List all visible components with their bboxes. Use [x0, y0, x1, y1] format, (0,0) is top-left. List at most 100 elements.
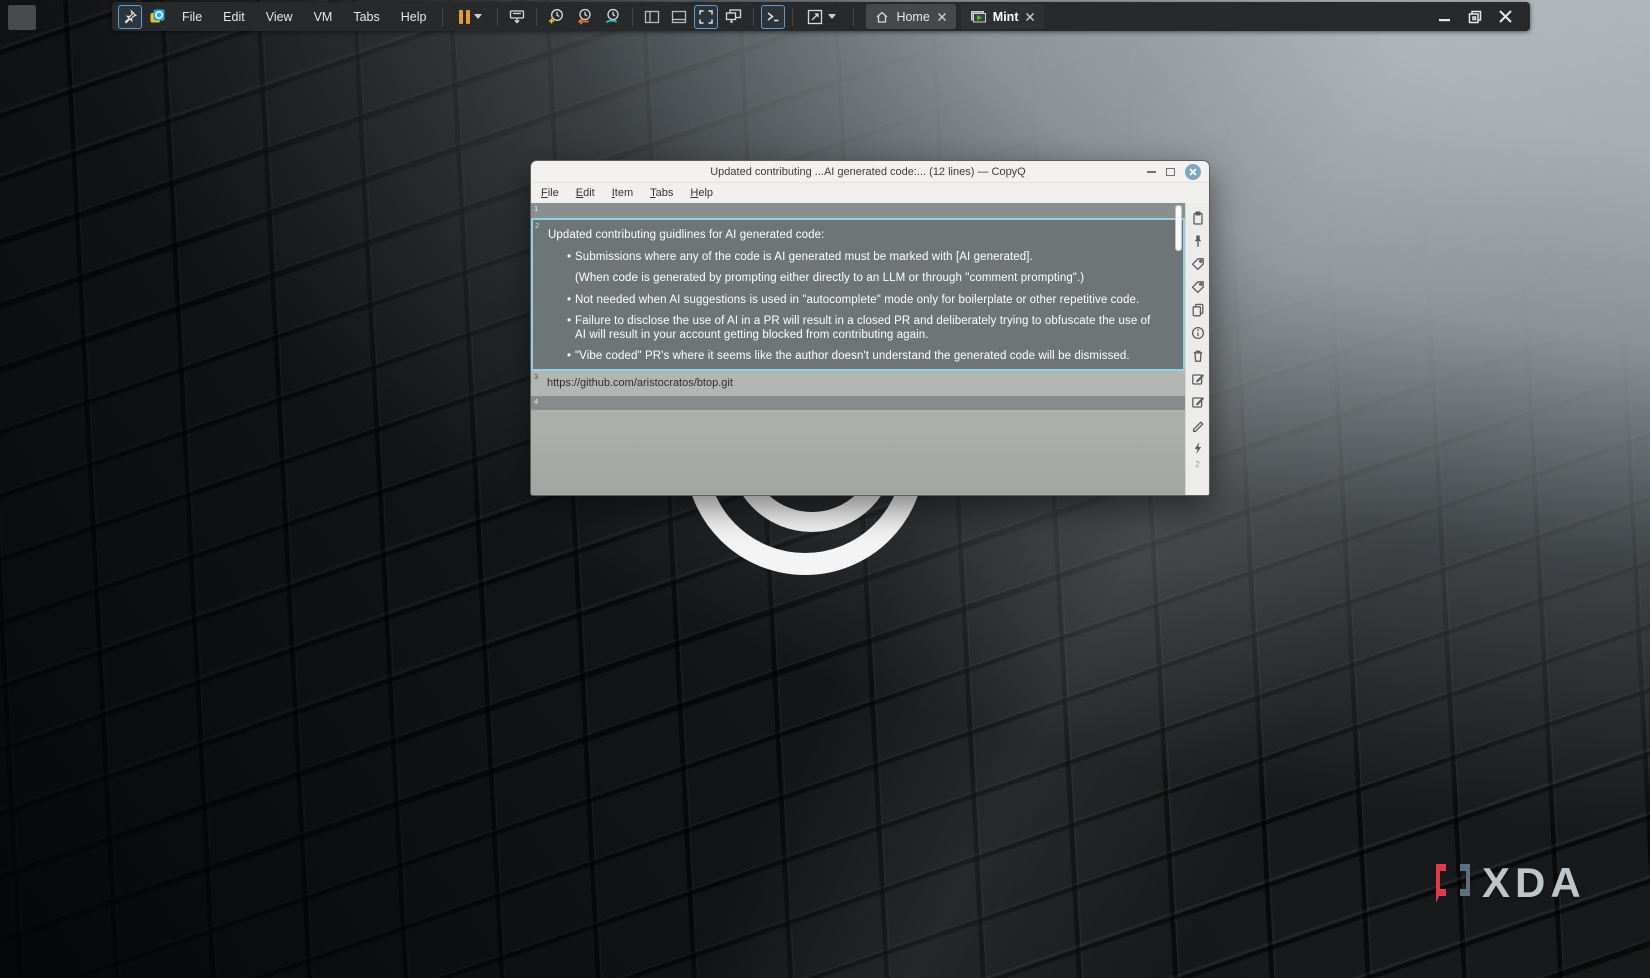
menu-tabs[interactable]: Tabs: [344, 5, 388, 29]
minimize-icon[interactable]: [1147, 171, 1156, 173]
menu-file[interactable]: File: [541, 187, 559, 199]
pencil-icon[interactable]: [1191, 418, 1205, 432]
close-tab-icon[interactable]: [937, 12, 947, 22]
pin-icon[interactable]: [1191, 234, 1205, 248]
ctrl-alt-del-icon: [508, 8, 526, 26]
item-text-line: Updated contributing guidlines for AI ge…: [533, 229, 1163, 243]
take-snapshot-button[interactable]: [544, 5, 569, 29]
pause-vm-button[interactable]: [450, 5, 490, 29]
scrollbar-thumb[interactable]: [1175, 205, 1182, 251]
window-controls: [1437, 8, 1514, 25]
close-tab-icon[interactable]: [1025, 12, 1035, 22]
pin-icon: [122, 9, 138, 25]
cycle-monitors-button[interactable]: [721, 5, 746, 29]
edit-new-icon[interactable]: [1191, 372, 1205, 386]
clipboard-item-2-selected[interactable]: 2 Updated contributing guidlines for AI …: [531, 218, 1185, 371]
edit-icon[interactable]: [1191, 395, 1205, 409]
item-number: 4: [534, 397, 538, 406]
vm-screen-play-icon: [970, 10, 986, 24]
fit-guest-button[interactable]: [800, 5, 842, 29]
bullet: •: [567, 315, 571, 329]
show-thumbnail-bar-button[interactable]: [667, 5, 691, 29]
tag-icon[interactable]: [1191, 257, 1205, 271]
show-library-button[interactable]: [640, 5, 664, 29]
copyq-menubar: File Edit Item Tabs Help: [531, 183, 1209, 203]
menu-item[interactable]: Item: [612, 187, 633, 199]
revert-snapshot-button[interactable]: [572, 5, 597, 29]
close-icon[interactable]: [1497, 8, 1514, 25]
trash-icon[interactable]: [1191, 349, 1205, 363]
fullscreen-button[interactable]: [694, 5, 718, 29]
library-panel-icon: [643, 8, 661, 26]
close-icon[interactable]: [1185, 164, 1201, 180]
snapshot-take-icon: [547, 7, 566, 26]
thumbnail-bar-icon: [670, 8, 688, 26]
paste-icon[interactable]: [1191, 211, 1205, 225]
item-url-text: https://github.com/aristocratos/btop.git: [531, 371, 1185, 396]
copyq-window-title: Updated contributing ...AI generated cod…: [539, 166, 1137, 178]
item-number: 3: [534, 372, 538, 381]
clipboard-item-list: 1 2 Updated contributing guidlines for A…: [531, 203, 1185, 495]
bullet: •: [567, 350, 571, 364]
console-icon: [764, 8, 782, 26]
list-empty-area: [531, 410, 1185, 495]
action-lightning-icon[interactable]: [1191, 441, 1205, 455]
minimize-icon[interactable]: [1437, 9, 1453, 25]
pause-icon: [459, 10, 470, 24]
fullscreen-icon: [697, 8, 715, 26]
copyq-item-toolbar: 2: [1185, 203, 1209, 495]
menu-edit[interactable]: Edit: [576, 187, 595, 199]
item-number: 1: [534, 204, 538, 213]
item-text-line: •Failure to disclose the use of AI in a …: [533, 315, 1163, 342]
copyq-titlebar[interactable]: Updated contributing ...AI generated cod…: [531, 161, 1209, 183]
vmware-app-button[interactable]: [145, 5, 170, 29]
send-ctrl-alt-del-button[interactable]: [505, 5, 529, 29]
item-text-line: •Submissions where any of the code is AI…: [533, 251, 1163, 265]
menu-view[interactable]: View: [257, 5, 302, 29]
item-text-line: (When code is generated by prompting eit…: [533, 272, 1163, 286]
multiple-monitors-icon: [724, 7, 743, 26]
sidebar-hint: 2: [1195, 460, 1199, 469]
tab-label: Home: [896, 10, 929, 24]
bullet: •: [567, 294, 571, 308]
pin-toolbar-button[interactable]: [118, 5, 142, 29]
clipboard-item-4[interactable]: 4: [531, 396, 1185, 410]
menu-file[interactable]: File: [173, 5, 211, 29]
tab-mint[interactable]: Mint: [961, 4, 1045, 29]
menu-help[interactable]: Help: [690, 187, 713, 199]
menu-tabs[interactable]: Tabs: [650, 187, 673, 199]
clipboard-item-1[interactable]: 1: [531, 203, 1185, 218]
xda-watermark-text: XDA: [1482, 862, 1586, 904]
info-icon[interactable]: [1191, 326, 1205, 340]
tab-label: Mint: [993, 10, 1019, 24]
menu-vm[interactable]: VM: [305, 5, 342, 29]
item-text-line: •"Vibe coded" PR's where it seems like t…: [533, 350, 1163, 364]
vmware-logo-icon: [148, 7, 167, 26]
chevron-down-icon: [828, 14, 836, 19]
clipboard-item-3[interactable]: 3 https://github.com/aristocratos/btop.g…: [531, 371, 1185, 396]
bullet: •: [567, 251, 571, 265]
separator: [853, 8, 854, 26]
maximize-icon[interactable]: [1166, 168, 1175, 176]
snapshot-revert-icon: [575, 7, 594, 26]
desktop-artifact: [8, 5, 36, 30]
restore-icon[interactable]: [1467, 9, 1483, 25]
virtual-console-button[interactable]: [761, 5, 785, 29]
tag-icon[interactable]: [1191, 280, 1205, 294]
home-icon: [875, 10, 889, 24]
separator: [792, 8, 793, 26]
vmware-toolbar: File Edit View VM Tabs Help: [112, 2, 1530, 31]
menu-help[interactable]: Help: [392, 5, 436, 29]
chevron-down-icon: [474, 14, 482, 19]
separator: [442, 8, 443, 26]
snapshot-manager-button[interactable]: [600, 5, 625, 29]
separator: [632, 8, 633, 26]
separator: [497, 8, 498, 26]
fit-guest-icon: [806, 8, 824, 26]
tab-home[interactable]: Home: [866, 4, 955, 29]
copyq-window: Updated contributing ...AI generated cod…: [530, 160, 1210, 496]
xda-logo-icon: [1432, 858, 1474, 908]
copy-icon[interactable]: [1191, 303, 1205, 317]
menu-edit[interactable]: Edit: [214, 5, 254, 29]
separator: [753, 8, 754, 26]
